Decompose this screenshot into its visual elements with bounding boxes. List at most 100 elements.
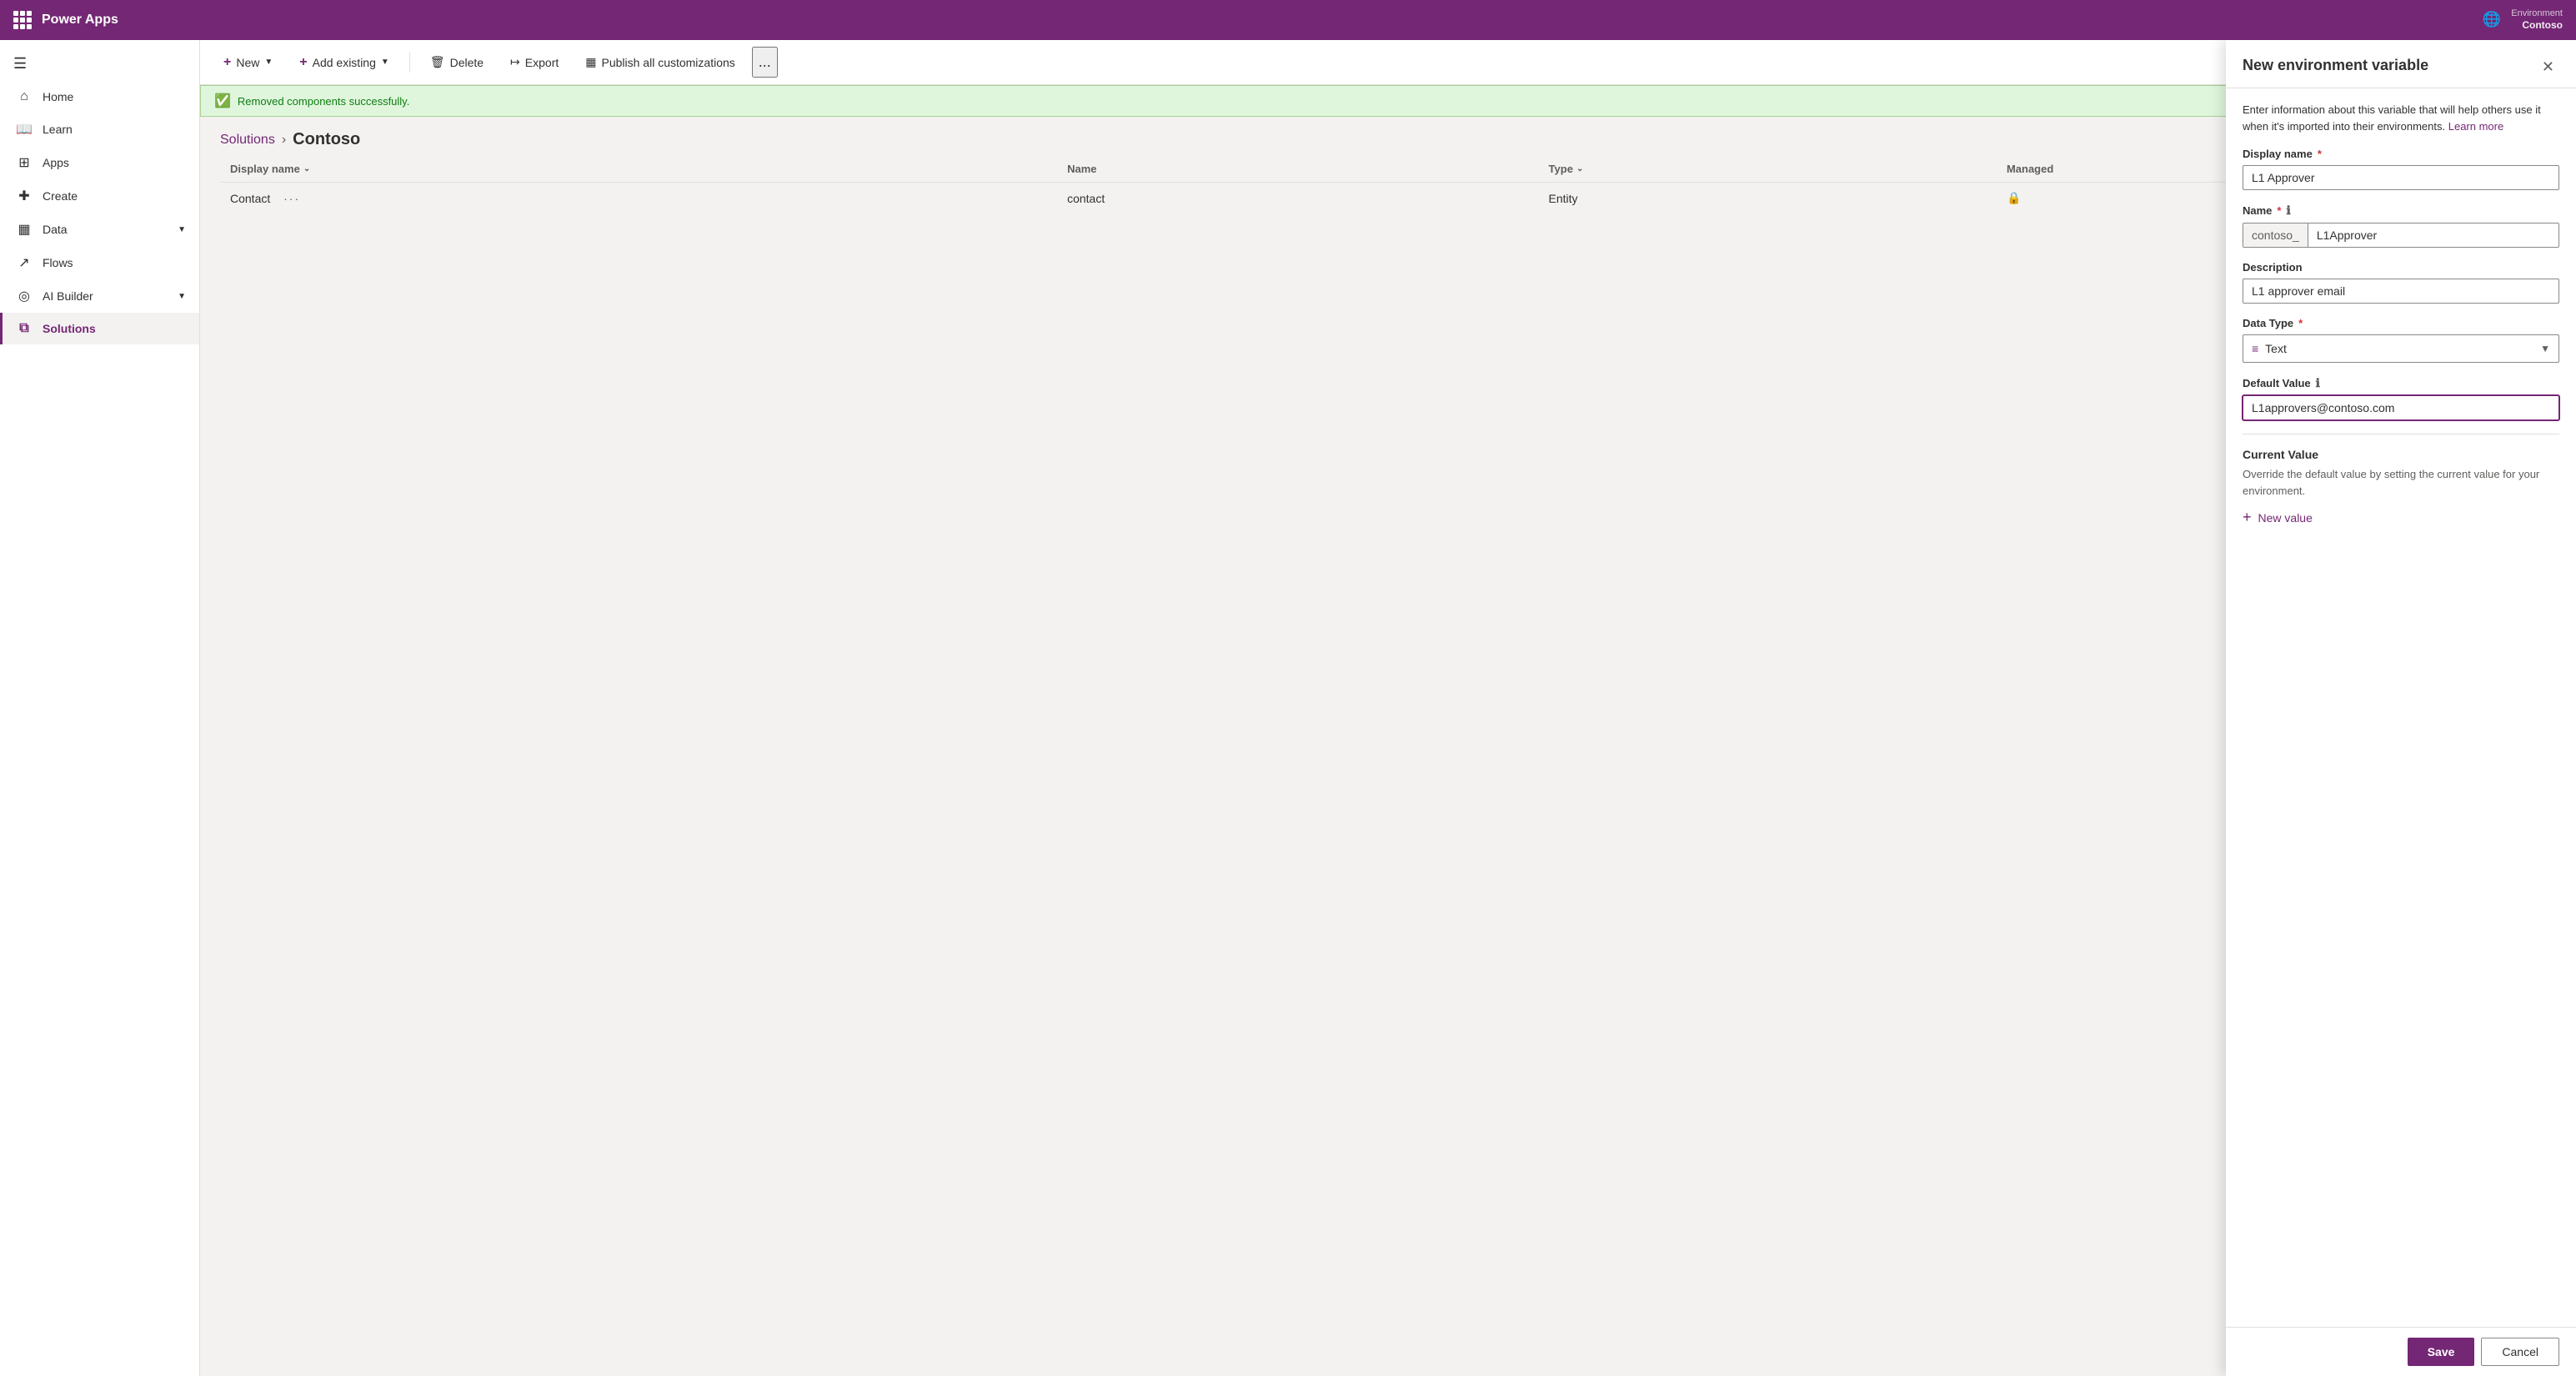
success-banner: ✅ Removed components successfully. xyxy=(200,85,2576,117)
export-label: Export xyxy=(525,56,559,69)
solutions-icon: ⧉ xyxy=(16,321,33,336)
sidebar-item-apps[interactable]: ⊞ Apps xyxy=(0,146,199,179)
description-label-text: Description xyxy=(2243,261,2303,274)
table-row[interactable]: Contact ··· contact Entity 🔒 xyxy=(220,183,2556,214)
globe-icon[interactable]: 🌐 xyxy=(2483,11,2501,28)
new-value-button[interactable]: + New value xyxy=(2243,509,2313,526)
sidebar-item-solutions[interactable]: ⧉ Solutions xyxy=(0,313,199,344)
more-button[interactable]: ... xyxy=(752,47,778,78)
description-field: Description xyxy=(2243,261,2559,304)
delete-button[interactable]: 🗑 Delete xyxy=(420,50,494,74)
cell-display-name: Contact ··· xyxy=(220,183,1057,214)
sidebar-item-ai-builder[interactable]: ◎ AI Builder ▼ xyxy=(0,279,199,313)
data-type-select[interactable]: ≡ Text ▼ xyxy=(2243,334,2559,363)
sidebar-item-data[interactable]: ▦ Data ▼ xyxy=(0,213,199,246)
default-value-field: Default Value ℹ xyxy=(2243,376,2559,420)
chevron-down-icon: ▼ xyxy=(178,225,186,234)
col-header-name: Name xyxy=(1057,156,1538,183)
toolbar: + New ▼ + Add existing ▼ 🗑 Delete ↦ Expo… xyxy=(200,40,2576,85)
panel-footer: Save Cancel xyxy=(2226,1327,2576,1376)
breadcrumb: Solutions › Contoso xyxy=(200,117,2576,156)
add-existing-button[interactable]: + Add existing ▼ xyxy=(289,50,399,75)
data-type-value: Text xyxy=(2265,342,2287,355)
publish-icon: ▦ xyxy=(585,55,596,69)
new-value-label: New value xyxy=(2258,511,2313,525)
sort-display-name[interactable]: Display name ⌄ xyxy=(230,163,310,175)
name-prefix: contoso_ xyxy=(2243,223,2308,247)
description-input[interactable] xyxy=(2243,279,2559,304)
add-icon: + xyxy=(299,55,307,70)
cancel-button[interactable]: Cancel xyxy=(2481,1338,2559,1366)
apps-icon: ⊞ xyxy=(16,154,33,171)
breadcrumb-separator: › xyxy=(282,133,286,148)
topbar-right: 🌐 Environment Contoso xyxy=(2483,8,2563,33)
col-header-label: Display name xyxy=(230,163,300,175)
default-value-label: Default Value ℹ xyxy=(2243,376,2559,390)
sidebar-item-label: Learn xyxy=(43,123,73,136)
sidebar-item-label: Flows xyxy=(43,256,73,269)
add-chevron-icon: ▼ xyxy=(381,58,389,67)
panel-close-button[interactable]: ✕ xyxy=(2537,57,2559,78)
display-name-field: Display name * xyxy=(2243,148,2559,190)
col-header-label: Name xyxy=(1067,163,1096,175)
display-name-required: * xyxy=(2318,148,2322,160)
environment-info: Environment Contoso xyxy=(2511,8,2563,33)
sidebar-item-flows[interactable]: ↗ Flows xyxy=(0,246,199,279)
row-actions-button[interactable]: ··· xyxy=(283,192,300,205)
data-type-field: Data Type * ≡ Text ▼ xyxy=(2243,317,2559,363)
panel-header: New environment variable ✕ xyxy=(2226,40,2576,88)
display-name-label: Display name * xyxy=(2243,148,2559,160)
hamburger-button[interactable]: ☰ xyxy=(0,47,199,81)
sidebar-item-label: Solutions xyxy=(43,322,96,335)
name-required: * xyxy=(2277,204,2281,217)
data-type-label: Data Type * xyxy=(2243,317,2559,329)
delete-icon: 🗑 xyxy=(430,55,445,69)
breadcrumb-parent[interactable]: Solutions xyxy=(220,133,275,148)
save-button[interactable]: Save xyxy=(2408,1338,2475,1366)
add-existing-label: Add existing xyxy=(313,56,376,69)
name-label-text: Name xyxy=(2243,204,2272,217)
publish-button[interactable]: ▦ Publish all customizations xyxy=(575,50,745,74)
new-env-variable-panel: New environment variable ✕ Enter informa… xyxy=(2226,40,2576,1376)
name-info-icon[interactable]: ℹ xyxy=(2286,203,2290,218)
text-type-icon: ≡ xyxy=(2252,342,2258,355)
sort-icon: ⌄ xyxy=(1576,164,1583,173)
new-chevron-icon: ▼ xyxy=(264,58,273,67)
default-value-info-icon[interactable]: ℹ xyxy=(2316,376,2320,390)
col-header-label: Managed xyxy=(2007,163,2053,175)
display-name-input[interactable] xyxy=(2243,165,2559,190)
solutions-table: Display name ⌄ Name Type ⌄ xyxy=(220,156,2556,214)
publish-label: Publish all customizations xyxy=(601,56,734,69)
flows-icon: ↗ xyxy=(16,254,33,271)
name-field: Name * ℹ contoso_ xyxy=(2243,203,2559,248)
new-button[interactable]: + New ▼ xyxy=(213,50,283,75)
sidebar-item-label: Data xyxy=(43,223,168,236)
data-type-label-text: Data Type xyxy=(2243,317,2293,329)
default-value-label-text: Default Value xyxy=(2243,377,2311,389)
name-suffix-input[interactable] xyxy=(2308,223,2558,247)
display-name-value: Contact xyxy=(230,192,270,205)
current-value-desc: Override the default value by setting th… xyxy=(2243,466,2559,499)
sidebar-item-create[interactable]: ✚ Create xyxy=(0,179,199,213)
cell-name: contact xyxy=(1057,183,1538,214)
select-chevron-icon: ▼ xyxy=(2540,343,2550,354)
export-icon: ↦ xyxy=(510,55,520,69)
lock-icon: 🔒 xyxy=(2007,191,2021,204)
delete-label: Delete xyxy=(450,56,484,69)
default-value-input[interactable] xyxy=(2243,395,2559,420)
learn-more-link[interactable]: Learn more xyxy=(2448,120,2503,133)
sort-type[interactable]: Type ⌄ xyxy=(1549,163,1584,175)
sidebar-item-label: Home xyxy=(43,90,73,103)
app-title: Power Apps xyxy=(42,13,118,28)
home-icon: ⌂ xyxy=(16,89,33,104)
export-button[interactable]: ↦ Export xyxy=(500,50,569,74)
col-header-type[interactable]: Type ⌄ xyxy=(1539,156,1997,183)
create-icon: ✚ xyxy=(16,188,33,204)
sidebar-item-home[interactable]: ⌂ Home xyxy=(0,81,199,113)
col-header-display-name[interactable]: Display name ⌄ xyxy=(220,156,1057,183)
waffle-icon[interactable] xyxy=(13,11,32,29)
success-icon: ✅ xyxy=(214,93,231,109)
sidebar-item-learn[interactable]: 📖 Learn xyxy=(0,113,199,146)
current-value-title: Current Value xyxy=(2243,448,2559,461)
select-display-inner: ≡ Text xyxy=(2252,342,2287,355)
